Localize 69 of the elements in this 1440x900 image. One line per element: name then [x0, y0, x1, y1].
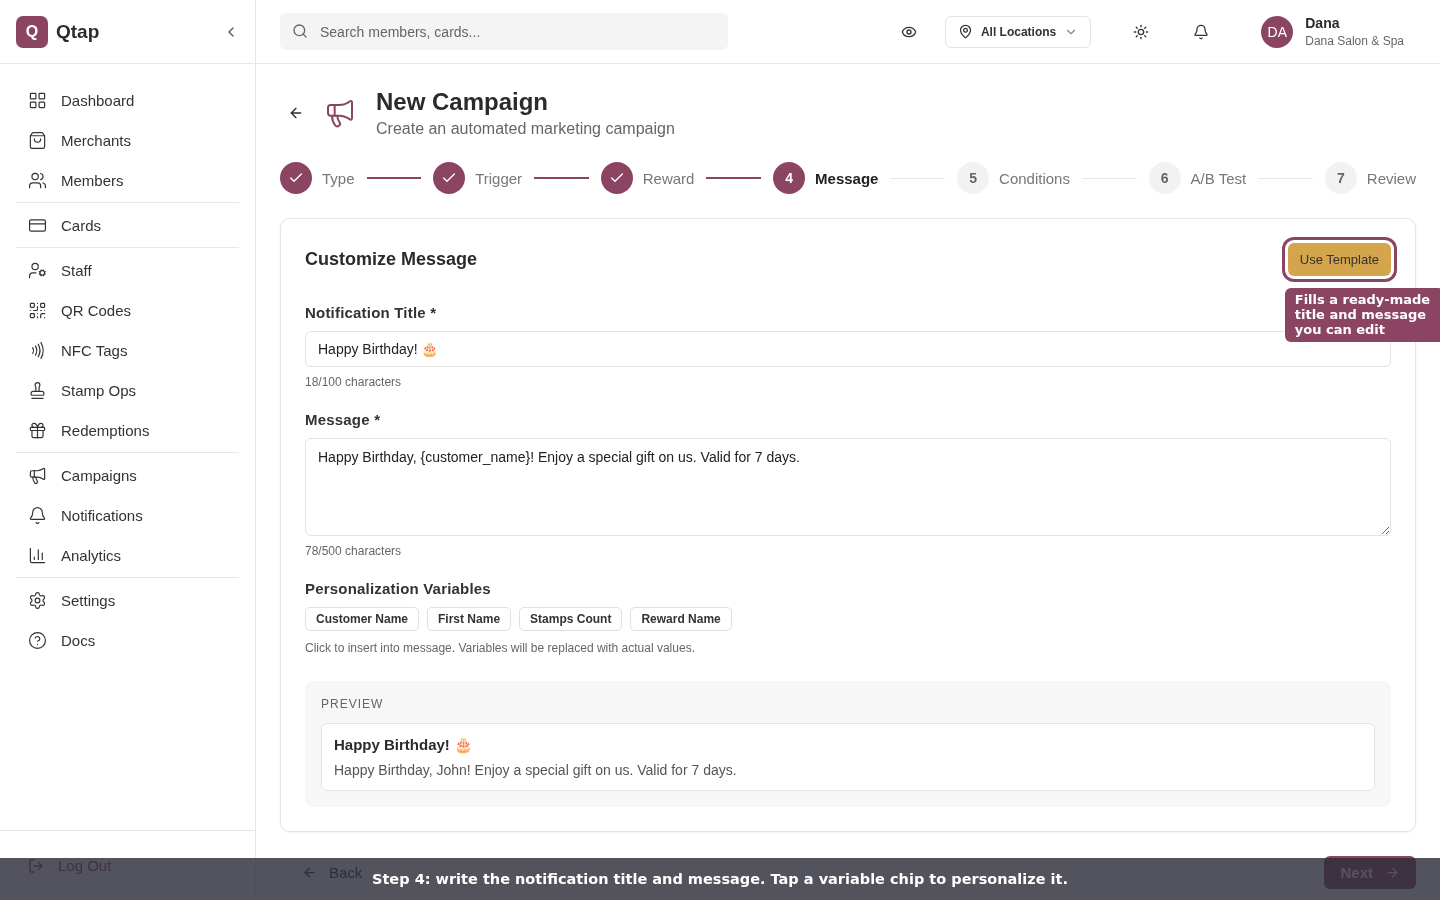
variable-chip[interactable]: Reward Name — [630, 607, 732, 631]
variable-chip[interactable]: Stamps Count — [519, 607, 623, 631]
nav-item[interactable]: Staff — [16, 250, 239, 290]
megaphone-icon — [324, 97, 356, 129]
nav-item[interactable]: Members — [16, 160, 239, 200]
search-field[interactable]: Search members, cards... — [280, 13, 728, 50]
character-count: 78/500 characters — [305, 544, 403, 558]
nav-item[interactable]: NFC Tags — [16, 330, 239, 370]
field-label: Notification Title * — [305, 304, 437, 321]
instruction-text: Step 4: write the notification title and message. Tap a variable chip to personalize it. — [372, 871, 1068, 887]
step-label: Review — [1366, 169, 1416, 187]
step-label: Reward — [642, 169, 695, 187]
preview-body: Happy Birthday, John! Enjoy a special gift on us. Valid for 7 days. — [334, 762, 738, 778]
back-icon[interactable] — [288, 105, 304, 121]
nav-item[interactable]: Analytics — [16, 535, 239, 575]
help-icon — [28, 630, 47, 650]
helper-text: Click to insert into message. Variables will be replaced with actual values. — [305, 641, 696, 655]
nav-item[interactable]: Dashboard — [16, 80, 239, 120]
user-name: Dana — [1305, 15, 1341, 31]
section-label: Personalization Variables — [305, 580, 491, 597]
dashboard-icon — [28, 90, 47, 110]
step-label: Type — [322, 169, 355, 187]
page-subtitle: Create an automated marketing campaign — [376, 120, 675, 138]
step-label: A/B Test — [1190, 169, 1247, 187]
map-pin-icon — [957, 24, 973, 39]
nav-item[interactable]: Merchants — [16, 120, 239, 160]
nav-item[interactable]: Campaigns — [16, 455, 239, 495]
bell-icon — [1193, 23, 1210, 40]
nav-item[interactable]: QR Codes — [16, 290, 239, 330]
field-label: Message * — [305, 411, 381, 428]
brand-name: Qtap — [56, 20, 101, 43]
nav-item[interactable]: Settings — [16, 580, 239, 620]
nav-item[interactable]: Redemptions — [16, 410, 239, 450]
megaphone-icon — [28, 465, 47, 485]
user-gear-icon — [28, 260, 47, 280]
tooltip: Fills a ready-made title and message you can edit — [1284, 288, 1440, 342]
step-label: Conditions — [999, 169, 1070, 187]
gift-icon — [28, 420, 47, 440]
step-indicator: 6 — [1148, 162, 1181, 194]
page-title: New Campaign — [376, 88, 550, 116]
card-title: Customize Message — [305, 249, 478, 270]
step-indicator: 4 — [773, 162, 806, 194]
brand-logo: Q — [16, 15, 48, 48]
variable-chip[interactable]: Customer Name — [305, 607, 420, 631]
step-label: Message — [815, 169, 879, 187]
stamp-icon — [28, 380, 47, 400]
step-indicator: 7 — [1324, 162, 1357, 194]
variable-chip[interactable]: First Name — [427, 607, 512, 631]
bar-chart-icon — [28, 545, 47, 565]
preview-label: PREVIEW — [321, 697, 385, 711]
step-label: Trigger — [475, 169, 523, 187]
qr-code-icon — [28, 300, 47, 320]
message-field[interactable]: Happy Birthday, {customer_name}! Enjoy a special gift on us. Valid for 7 days. — [305, 438, 1391, 536]
preview-title: Happy Birthday! 🎂 — [334, 736, 474, 754]
bag-icon — [28, 130, 47, 150]
step-indicator: 5 — [957, 162, 990, 194]
search-icon — [292, 23, 308, 39]
nav-item[interactable]: Docs — [16, 620, 239, 660]
bell-icon — [28, 505, 47, 525]
nav-item[interactable]: Stamp Ops — [16, 370, 239, 410]
sun-icon — [1133, 23, 1150, 40]
location-dropdown[interactable]: All Locations — [944, 15, 1092, 48]
user-avatar: DA — [1261, 15, 1294, 48]
character-count: 18/100 characters — [305, 375, 403, 389]
settings-icon — [28, 590, 47, 610]
nav-item[interactable]: Notifications — [16, 495, 239, 535]
business-name: Dana Salon & Spa — [1305, 34, 1404, 48]
nav-item[interactable]: Cards — [16, 205, 239, 245]
users-icon — [28, 170, 47, 190]
